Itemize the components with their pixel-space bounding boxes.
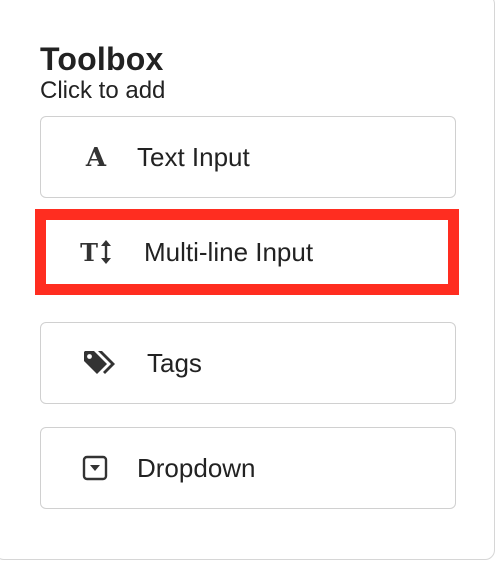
text-input-icon: A (81, 117, 111, 197)
tool-tags-label: Tags (147, 347, 202, 378)
tool-tags[interactable]: Tags (40, 322, 456, 404)
tool-multiline-input[interactable]: T Multi-line Input (35, 209, 459, 295)
toolbox-subtitle: Click to add (40, 77, 166, 104)
svg-text:A: A (85, 144, 107, 170)
tool-dropdown-label: Dropdown (137, 452, 256, 483)
dropdown-icon (81, 428, 109, 508)
tool-multiline-input-label: Multi-line Input (144, 236, 314, 267)
text-height-icon: T (79, 220, 115, 284)
tags-icon (81, 323, 121, 403)
svg-text:T: T (80, 239, 98, 265)
toolbox-title: Toolbox (40, 41, 164, 77)
tool-dropdown[interactable]: Dropdown (40, 427, 456, 509)
tool-text-input-label: Text Input (137, 141, 250, 172)
tool-text-input[interactable]: A Text Input (40, 116, 456, 198)
